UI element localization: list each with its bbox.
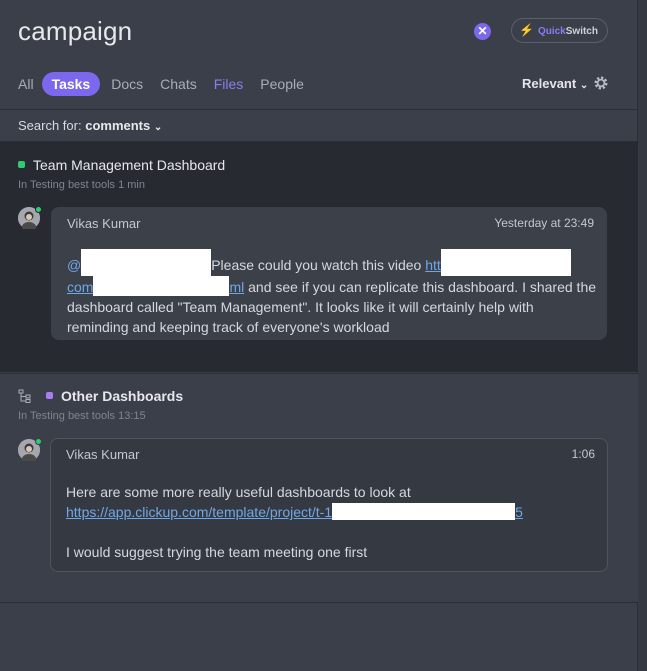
tab-all[interactable]: All — [18, 76, 34, 92]
video-link[interactable]: ml — [229, 279, 244, 295]
chevron-down-icon: ⌄ — [153, 122, 163, 133]
comment-time: 1:06 — [571, 447, 595, 461]
redacted-block — [93, 276, 230, 296]
gear-icon[interactable] — [593, 75, 609, 91]
comment-author: Vikas Kumar — [66, 447, 140, 462]
status-dot — [18, 161, 25, 168]
result-item[interactable]: Other Dashboards In Testing best tools 1… — [0, 373, 638, 603]
quickswitch-label-2: Switch — [565, 26, 598, 37]
avatar — [18, 206, 42, 232]
template-link[interactable]: 5 — [515, 504, 523, 520]
comment-card[interactable]: Vikas Kumar Yesterday at 23:49 @ Please c… — [51, 207, 607, 340]
status-dot — [46, 392, 53, 399]
search-query[interactable]: campaign — [18, 16, 132, 47]
search-header: campaign ✕ ⚡ QuickSwitch All Tasks Docs C… — [0, 0, 638, 110]
online-status — [35, 206, 42, 213]
filter-tabs: All Tasks Docs Chats Files People — [18, 71, 321, 97]
lightning-icon: ⚡ — [519, 23, 534, 37]
comment-text: Here are some more really useful dashboa… — [66, 484, 523, 560]
task-title[interactable]: Team Management Dashboard — [18, 157, 225, 173]
task-location: In Testing best tools 13:15 — [18, 410, 146, 422]
sort-dropdown[interactable]: Relevant ⌄ — [522, 76, 588, 91]
search-scope-label: Search for: — [18, 118, 82, 133]
sort-label: Relevant — [522, 76, 577, 91]
comment-time: Yesterday at 23:49 — [494, 216, 594, 230]
search-scope-dropdown[interactable]: comments ⌄ — [85, 118, 162, 133]
quickswitch-label-1: Quick — [537, 26, 566, 37]
result-item[interactable]: Team Management Dashboard In Testing bes… — [0, 142, 638, 372]
search-panel: campaign ✕ ⚡ QuickSwitch All Tasks Docs C… — [0, 0, 638, 671]
mention[interactable]: @ — [67, 257, 81, 273]
redacted-block — [81, 249, 212, 276]
online-status — [35, 438, 42, 445]
clear-search-button[interactable]: ✕ — [474, 23, 491, 40]
video-link[interactable]: htt — [425, 257, 441, 273]
scrollbar-track[interactable] — [638, 0, 647, 671]
tab-docs[interactable]: Docs — [111, 76, 143, 92]
tab-tasks[interactable]: Tasks — [41, 72, 101, 96]
redacted-block — [332, 503, 516, 520]
tab-people[interactable]: People — [260, 76, 304, 92]
search-scope: Search for: comments ⌄ — [0, 111, 638, 142]
task-title[interactable]: Other Dashboards — [46, 388, 183, 404]
comment-text: @ Please could you watch this video htt co… — [67, 249, 597, 337]
redacted-block — [440, 249, 571, 276]
template-link[interactable]: https://app.clickup.com/template/project… — [66, 504, 332, 520]
comment-card[interactable]: Vikas Kumar 1:06 Here are some more real… — [50, 438, 608, 572]
subtask-tree-icon — [18, 389, 31, 403]
quickswitch-button[interactable]: ⚡ QuickSwitch — [511, 18, 608, 43]
task-location: In Testing best tools 1 min — [18, 179, 145, 191]
chevron-down-icon: ⌄ — [579, 80, 589, 91]
video-link[interactable]: com — [67, 279, 93, 295]
comment-author: Vikas Kumar — [67, 216, 141, 231]
tab-chats[interactable]: Chats — [160, 76, 197, 92]
avatar — [18, 438, 42, 464]
tab-files[interactable]: Files — [214, 76, 244, 92]
